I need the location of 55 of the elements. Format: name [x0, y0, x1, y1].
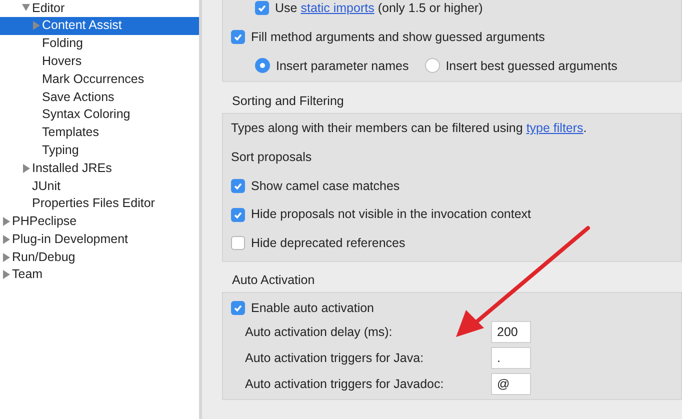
section-title: Auto Activation — [231, 272, 316, 289]
checkmark-icon — [257, 3, 267, 14]
collapsed-triangle-icon[interactable] — [2, 252, 10, 262]
tree-item[interactable]: Templates — [0, 124, 199, 142]
expanded-triangle-icon[interactable] — [22, 3, 30, 12]
tree-item[interactable]: Properties Files Editor — [0, 194, 199, 213]
field-label: Auto activation triggers for Javadoc: — [245, 376, 445, 393]
checkbox[interactable] — [231, 178, 245, 193]
tree-item[interactable]: Content Assist — [0, 16, 199, 35]
input-field[interactable]: 200 — [491, 321, 531, 344]
section-title: Sorting and Filtering — [231, 93, 345, 110]
checkmark-icon — [233, 302, 243, 313]
field-label: Auto activation triggers for Java: — [245, 350, 425, 367]
input-field[interactable]: @ — [491, 373, 531, 396]
tree-item[interactable]: Hovers — [0, 52, 199, 70]
tree-item[interactable]: Typing — [0, 141, 199, 160]
tree-item[interactable]: Run/Debug — [0, 248, 199, 266]
checkmark-icon — [233, 180, 243, 191]
option-label: Fill method arguments and show guessed arguments — [251, 28, 545, 46]
tree-item[interactable]: Editor — [0, 0, 199, 17]
radio-label: Insert best guessed arguments — [446, 58, 618, 75]
checkbox[interactable] — [231, 208, 245, 222]
option-label: Show camel case matches — [251, 178, 400, 194]
checkmark-icon — [233, 210, 243, 220]
option-label: Enable auto activation — [251, 300, 374, 316]
tree-item[interactable]: PHPeclipse — [0, 212, 199, 230]
radio-button[interactable] — [424, 58, 440, 74]
collapsed-triangle-icon[interactable] — [2, 270, 10, 280]
tree-item[interactable]: Folding — [0, 34, 199, 52]
checkmark-icon — [233, 32, 243, 42]
radio-label: Insert parameter names — [276, 58, 409, 75]
tree-item[interactable]: Installed JREs — [0, 159, 199, 177]
option-label: Hide deprecated references — [251, 235, 406, 252]
input-field[interactable]: . — [491, 347, 531, 370]
tree-item[interactable]: Mark Occurrences — [0, 70, 199, 88]
checkbox[interactable] — [231, 236, 245, 250]
tree-item[interactable]: Save Actions — [0, 88, 199, 106]
checkbox[interactable] — [231, 300, 245, 315]
tree-item[interactable]: Plug-in Development — [0, 230, 199, 248]
option-label: Use static imports (only 1.5 or higher) — [275, 0, 483, 17]
option-label: Hide proposals not visible in the invocation context — [251, 206, 532, 224]
collapsed-triangle-icon[interactable] — [2, 216, 10, 226]
radio-button[interactable] — [255, 58, 270, 74]
checkbox[interactable] — [231, 30, 245, 44]
type-filters-link[interactable]: type filters — [526, 121, 584, 135]
field-label: Auto activation delay (ms): — [245, 324, 394, 341]
collapsed-triangle-icon[interactable] — [2, 234, 10, 244]
collapsed-triangle-icon[interactable] — [22, 164, 30, 173]
tree-item[interactable]: Syntax Coloring — [0, 106, 199, 124]
filter-note: Types along with their members can be filtered using type filters. — [231, 120, 588, 137]
tree-item[interactable]: JUnit — [0, 176, 199, 195]
tree-item[interactable]: Team — [0, 266, 199, 284]
checkbox[interactable] — [255, 1, 269, 16]
sort-label: Sort proposals — [231, 148, 313, 166]
static-imports-link[interactable]: static imports — [300, 1, 374, 15]
